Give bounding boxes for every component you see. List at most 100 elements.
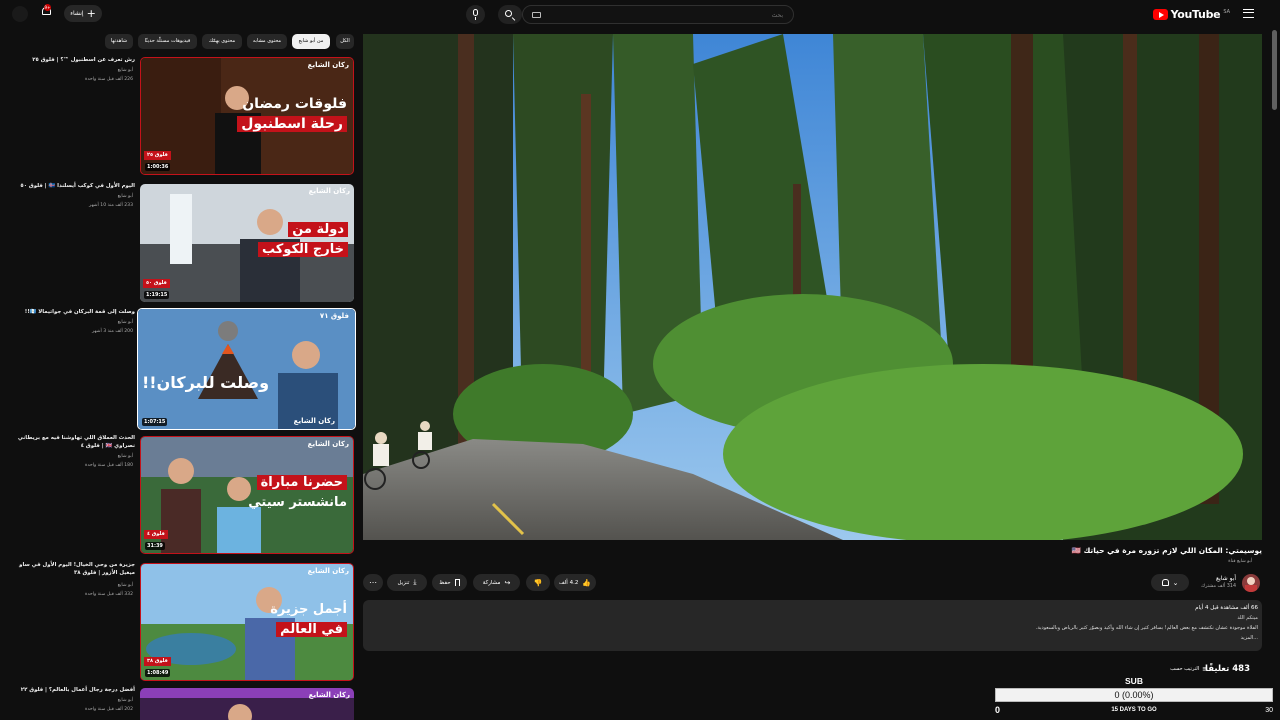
create-label: إنشاء — [70, 10, 84, 17]
video-thumbnail[interactable]: ركان الشايع أجمل جزيرة في العالم فلوق ٣٨… — [140, 563, 354, 681]
chip-similar[interactable]: محتوى مشابه — [247, 34, 287, 49]
video-frame — [363, 34, 1262, 540]
video-meta: 226 ألف قبل سنة واحدة — [85, 77, 133, 82]
sort-comments-button[interactable]: ≡ الترتيب حسب — [1170, 665, 1208, 673]
download-label: تنزيل — [397, 579, 410, 586]
thumb-text: فلوقات رمضان — [242, 96, 347, 112]
search-input[interactable] — [553, 9, 783, 21]
video-thumbnail[interactable]: ركان الشايع فلوقات رمضان رحلة اسطنبول فل… — [140, 57, 354, 175]
video-thumbnail[interactable]: فلوق ٧١ وصلت للبركان!! ركان الشايع 1:07:… — [137, 308, 356, 430]
save-label: حفظ — [439, 579, 451, 586]
thumb-episode: فلوق ٧١ — [319, 312, 349, 320]
like-button[interactable]: 👍 4.2 ألف — [554, 574, 596, 591]
chip-for-you[interactable]: محتوى يهمّك — [202, 34, 242, 49]
video-meta: 233 ألف منذ 10 أشهر — [89, 203, 133, 208]
menu-icon[interactable] — [1243, 9, 1254, 18]
thumb-brand: ركان الشايع — [307, 61, 349, 69]
duration-badge: 1:00:36 — [145, 163, 171, 171]
logo-text: YouTube — [1170, 8, 1221, 21]
account-avatar[interactable] — [12, 6, 28, 22]
thumb-episode: فلوق ٢٥ — [144, 151, 171, 160]
share-icon: ↪ — [504, 578, 511, 587]
mic-icon — [473, 9, 478, 16]
video-thumbnail[interactable]: ركان الشايع دولة من خارج الكوكب فلوق ٥٠ … — [140, 184, 354, 302]
duration-badge: 1:08:49 — [145, 669, 171, 677]
thumb-episode: فلوق ٣٨ — [144, 657, 171, 666]
search-button[interactable] — [498, 5, 522, 24]
thumb-text: رحلة اسطنبول — [237, 116, 347, 132]
sub-goal-bar: 0 (0.00%) — [995, 688, 1273, 702]
thumb-episode: فلوق ٥٠ — [143, 279, 170, 288]
search-box — [522, 5, 794, 24]
video-thumbnail[interactable]: ركان الشايع حضرنا مباراة مانشستر سيتي فل… — [140, 436, 354, 554]
more-icon: ⋯ — [369, 578, 377, 587]
channel-name[interactable]: أبو شايع — [118, 194, 133, 199]
logo-country: SA — [1223, 8, 1230, 15]
subscribed-button[interactable]: ⌄ — [1151, 574, 1189, 591]
thumb-brand: ركان الشايع — [293, 417, 335, 425]
voice-search-button[interactable] — [466, 5, 485, 24]
youtube-logo[interactable]: YouTube SA — [1152, 8, 1230, 21]
video-title[interactable]: أفضل درجة رجال أعمال بالعالم؟ | فلوق ٢٢ — [10, 686, 135, 694]
chip-all[interactable]: الكل — [336, 34, 354, 49]
chip-from-channel[interactable]: من أبو شايع — [292, 34, 330, 49]
like-count: 4.2 ألف — [558, 579, 579, 586]
bell-icon — [1161, 579, 1169, 586]
sub-goal-label: SUB — [1125, 676, 1143, 686]
sub-goal-days: 15 DAYS TO GO — [1111, 707, 1157, 713]
thumb-text: خارج الكوكب — [258, 242, 348, 257]
thumb-text: وصلت للبركان!! — [142, 373, 270, 392]
video-title[interactable]: وصلت إلى قمة البركان في جواتيمالا 🇬🇹!! — [10, 308, 135, 316]
subscriber-count: 314 ألف مشترك — [1201, 584, 1236, 589]
thumb-text: مانشستر سيتي — [248, 495, 347, 510]
share-label: مشاركة — [482, 579, 501, 586]
video-meta: 202 ألف قبل سنة واحدة — [85, 707, 133, 712]
keyboard-icon[interactable] — [532, 12, 541, 18]
video-title[interactable]: اليوم الأول في كوكب أيسلندا 🇮🇸 | فلوق ٥٠ — [10, 182, 135, 190]
video-player[interactable] — [363, 34, 1262, 540]
youtube-play-icon — [1152, 9, 1168, 20]
chip-watched[interactable]: شاهدتها — [105, 34, 133, 49]
plus-icon: + — [86, 7, 96, 20]
video-title: يوسيمتي: المكان اللي لازم تزوره مرة في ح… — [1071, 546, 1262, 555]
channel-chip[interactable]: أبو شايع قناة — [1228, 559, 1252, 564]
channel-name[interactable]: أبو شايع — [118, 454, 133, 459]
thumb-brand: ركان الشايع — [308, 187, 350, 195]
channel-name[interactable]: أبو شايع — [118, 320, 133, 325]
search-icon — [505, 10, 512, 17]
channel-name[interactable]: أبو شايع — [118, 583, 133, 588]
duration-badge: 1:19:15 — [144, 291, 170, 299]
thumb-brand: ركان الشايع — [307, 440, 349, 448]
chevron-down-icon: ⌄ — [1172, 578, 1179, 587]
chip-recently-uploaded[interactable]: فيديوهات مستلّة حديثًا — [138, 34, 197, 49]
channel-name[interactable]: أبو شايع — [118, 698, 133, 703]
video-thumbnail[interactable]: ركان الشايع — [140, 688, 354, 720]
channel-name[interactable]: أبو شايع — [1216, 575, 1236, 582]
description-more[interactable]: ...المزيد — [1241, 635, 1258, 641]
dislike-button[interactable]: 👎 — [526, 574, 550, 591]
create-button[interactable]: إنشاء + — [64, 5, 102, 22]
description-line: ميتكم اللد — [1237, 615, 1258, 621]
more-actions-button[interactable]: ⋯ — [363, 574, 383, 591]
thumb-episode: فلوق ٤ — [144, 530, 168, 539]
video-title[interactable]: رش تعرف عن اسطنبول ™؟ | فلوق ٢٥ — [10, 56, 135, 64]
description-line: الفلاة موجودة عشان نكتشف مع بعض العالم! … — [1035, 625, 1258, 631]
save-button[interactable]: حفظ — [432, 574, 467, 591]
notification-badge: 9+ — [44, 4, 51, 11]
channel-name[interactable]: أبو شايع — [118, 68, 133, 73]
top-bar: YouTube SA إنشاء + 9+ — [0, 0, 1280, 30]
page-scrollbar[interactable] — [1272, 30, 1277, 110]
thumb-text: في العالم — [276, 622, 347, 637]
thumb-brand: ركان الشايع — [308, 691, 350, 699]
share-button[interactable]: ↪ مشاركة — [473, 574, 520, 591]
download-button[interactable]: ⤓ تنزيل — [387, 574, 427, 591]
bookmark-icon — [454, 579, 460, 586]
duration-badge: 1:07:15 — [142, 418, 168, 426]
sub-goal-widget: SUB 0 (0.00%) 0 15 DAYS TO GO 30 — [995, 676, 1273, 720]
sort-label: الترتيب حسب — [1170, 666, 1200, 672]
video-meta: 200 ألف منذ 3 أشهر — [91, 329, 133, 334]
video-title[interactable]: الحدث العملاق اللي تهاوشنا فيه مع بريطان… — [10, 434, 135, 450]
channel-avatar[interactable] — [1242, 574, 1260, 592]
video-title[interactable]: جزيرة من وحي الخيال! اليوم الأول في ساو … — [10, 561, 135, 577]
video-meta: 332 ألف قبل سنة واحدة — [85, 592, 133, 597]
